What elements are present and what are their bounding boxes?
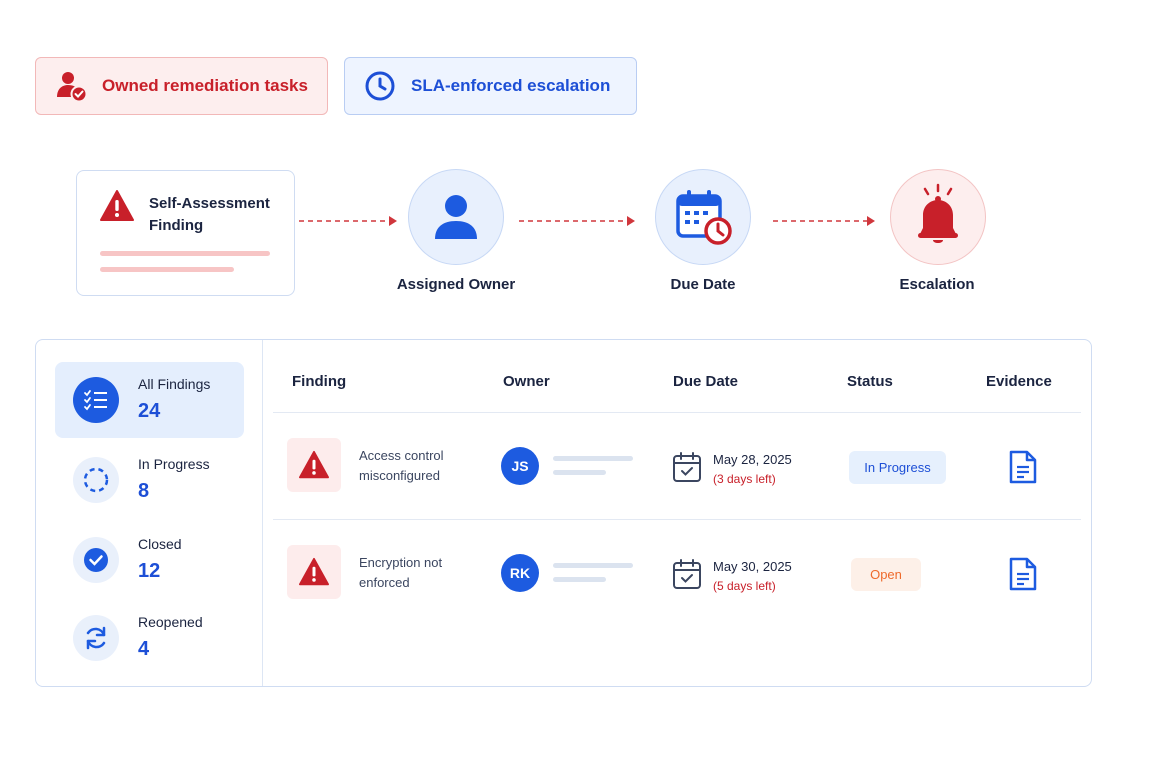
checklist-icon: [73, 377, 119, 423]
days-left: (3 days left): [713, 472, 776, 486]
calendar-icon: [673, 452, 701, 482]
clock-icon: [363, 69, 397, 103]
row-divider: [273, 519, 1081, 520]
column-header-due-date[interactable]: Due Date: [673, 373, 738, 390]
flow-arrow: [519, 216, 635, 226]
check-circle-icon: [73, 537, 119, 583]
filter-label: Closed: [138, 536, 182, 552]
avatar[interactable]: JS: [501, 447, 539, 485]
calendar-clock-icon: [676, 190, 732, 245]
self-assessment-finding-card: Self-Assessment Finding: [76, 170, 295, 296]
finding-card-title: Self-Assessment Finding: [149, 195, 270, 234]
filter-all-findings[interactable]: All Findings 24: [55, 362, 244, 438]
column-header-status[interactable]: Status: [847, 373, 893, 390]
placeholder-bar: [100, 251, 270, 256]
due-date-value: May 30, 2025: [713, 559, 792, 574]
refresh-icon: [73, 615, 119, 661]
finding-name-line: Encryption not: [359, 555, 443, 570]
status-badge: Open: [851, 558, 921, 591]
column-header-evidence[interactable]: Evidence: [986, 373, 1052, 390]
assigned-owner-step: [408, 169, 504, 265]
filter-in-progress[interactable]: In Progress 8: [55, 442, 244, 518]
days-left: (5 days left): [713, 579, 776, 593]
placeholder-bar: [100, 267, 234, 272]
sla-escalation-pill: SLA-enforced escalation: [344, 57, 637, 115]
status-badge: In Progress: [849, 451, 946, 484]
finding-name: Encryption not enforced: [359, 553, 479, 593]
filter-closed[interactable]: Closed 12: [55, 522, 244, 598]
owner-name-placeholder: [553, 563, 633, 568]
filter-reopened[interactable]: Reopened 4: [55, 600, 244, 676]
avatar[interactable]: RK: [501, 554, 539, 592]
owner-name-placeholder: [553, 456, 633, 461]
step-label-due-date: Due Date: [670, 276, 736, 293]
filter-count: 24: [138, 400, 161, 422]
owned-remediation-label: Owned remediation tasks: [102, 76, 308, 95]
escalation-step: [890, 169, 986, 265]
due-date-step: [655, 169, 751, 265]
user-check-icon: [54, 69, 88, 103]
filter-count: 8: [138, 480, 150, 502]
findings-panel: All Findings 24 In Progress 8 Closed 12: [35, 339, 1092, 687]
person-icon: [435, 195, 477, 239]
step-label-owner: Assigned Owner: [396, 276, 516, 293]
filter-label: In Progress: [138, 456, 210, 472]
flow-arrow: [773, 216, 875, 226]
column-header-owner[interactable]: Owner: [503, 373, 550, 390]
bell-icon: [918, 183, 958, 243]
warning-icon: [287, 545, 341, 599]
finding-name: Access control misconfigured: [359, 446, 479, 486]
warning-icon: [287, 438, 341, 492]
flow-arrow: [299, 216, 397, 226]
step-label-escalation: Escalation: [899, 276, 975, 293]
calendar-icon: [673, 559, 701, 589]
dashed-circle-icon: [73, 457, 119, 503]
finding-name-line: enforced: [359, 575, 410, 590]
warning-icon: [99, 189, 135, 223]
owner-name-placeholder: [553, 470, 606, 475]
document-icon[interactable]: [1008, 556, 1038, 592]
filter-count: 12: [138, 560, 161, 582]
owned-remediation-pill: Owned remediation tasks: [35, 57, 328, 115]
document-icon[interactable]: [1008, 449, 1038, 485]
filter-label: All Findings: [138, 376, 211, 392]
filter-count: 4: [138, 638, 150, 660]
column-header-finding[interactable]: Finding: [292, 373, 346, 390]
sidebar-divider: [262, 340, 263, 686]
owner-name-placeholder: [553, 577, 606, 582]
sla-escalation-label: SLA-enforced escalation: [411, 76, 611, 95]
finding-name-line: misconfigured: [359, 468, 440, 483]
filter-label: Reopened: [138, 614, 203, 630]
header-divider: [273, 412, 1081, 413]
finding-name-line: Access control: [359, 448, 444, 463]
due-date-value: May 28, 2025: [713, 452, 792, 467]
